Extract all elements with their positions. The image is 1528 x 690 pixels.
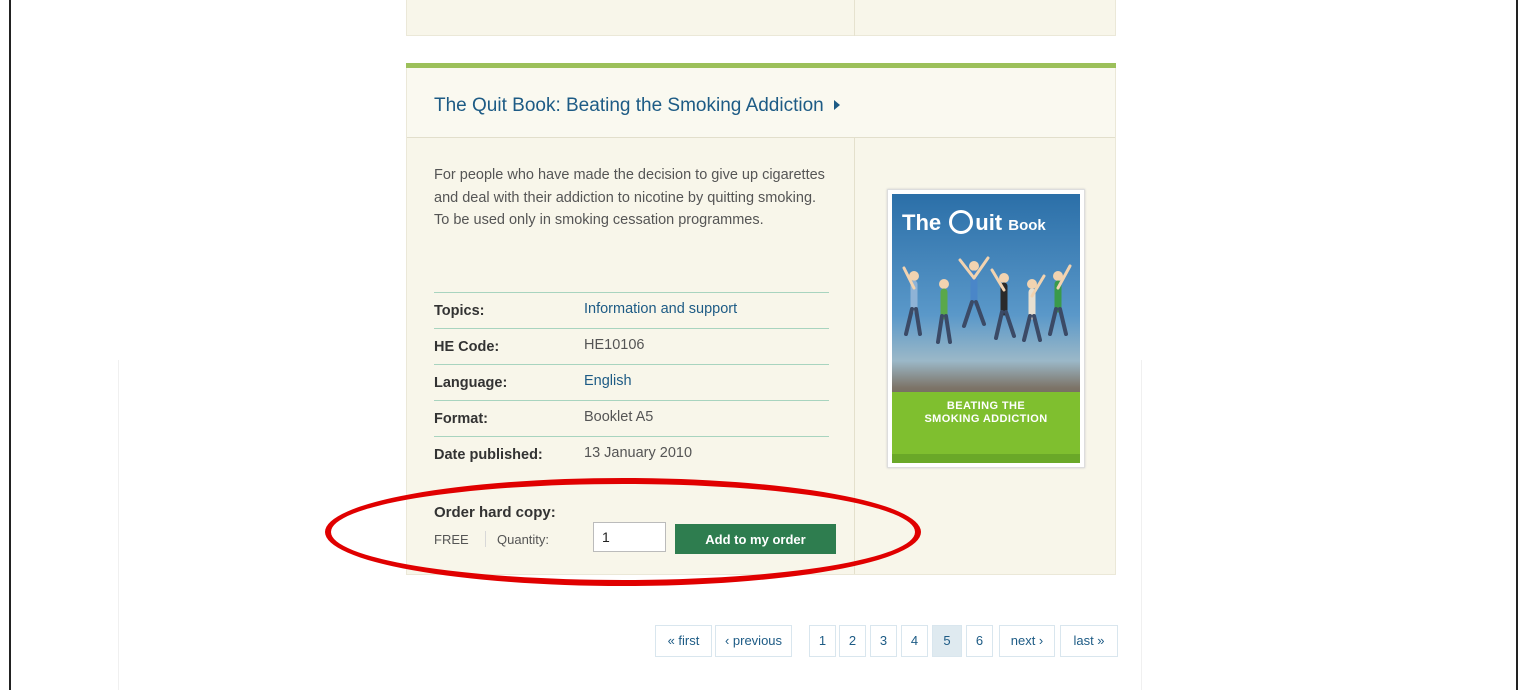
window-frame-left <box>9 0 11 690</box>
product-card: The Quit Book: Beating the Smoking Addic… <box>406 63 1116 575</box>
divider <box>485 531 486 547</box>
meta-row-language: Language: English <box>434 364 829 400</box>
cover-banner-line1: BEATING THE <box>946 400 1026 412</box>
meta-row-topics: Topics: Information and support <box>434 292 829 328</box>
page-next[interactable]: next › <box>999 625 1055 657</box>
cover-title-book: Book <box>1008 217 1046 234</box>
cover-title-the: The <box>902 210 942 235</box>
page-5-current[interactable]: 5 <box>932 625 962 657</box>
column-divider <box>854 138 855 574</box>
meta-value: 13 January 2010 <box>584 445 693 461</box>
meta-row-he-code: HE Code: HE10106 <box>434 328 829 364</box>
product-title[interactable]: The Quit Book: Beating the Smoking Addic… <box>434 95 824 116</box>
price-label: FREE <box>434 532 469 547</box>
quantity-label: Quantity: <box>497 532 550 547</box>
language-link[interactable]: English <box>584 373 632 389</box>
cover-footer <box>892 454 1080 463</box>
previous-product-card <box>406 0 1116 36</box>
meta-row-date-published: Date published: 13 January 2010 <box>434 436 829 472</box>
cover-banner: BEATING THE SMOKING ADDICTION <box>892 392 1080 454</box>
cover-banner-line2: SMOKING ADDICTION <box>924 413 1048 425</box>
meta-key: HE Code: <box>434 339 500 355</box>
product-meta-table: Topics: Information and support HE Code:… <box>434 292 829 472</box>
book-cover-art: The uit Book BEATING THE SMOKING ADDICTI… <box>892 194 1080 463</box>
page-first[interactable]: « first <box>655 625 712 657</box>
order-title: Order hard copy: <box>434 504 556 521</box>
quantity-input[interactable] <box>593 522 666 552</box>
arrow-right-icon <box>833 100 840 110</box>
book-cover-image[interactable]: The uit Book BEATING THE SMOKING ADDICTI… <box>887 189 1085 468</box>
topics-link[interactable]: Information and support <box>584 301 737 317</box>
cover-title: The uit Book <box>902 210 1046 236</box>
page-last[interactable]: last » <box>1060 625 1118 657</box>
quit-logo-icon <box>949 210 974 234</box>
jumping-people-illustration <box>902 256 1072 344</box>
meta-key: Date published: <box>434 447 543 463</box>
page-previous[interactable]: ‹ previous <box>715 625 792 657</box>
add-to-order-button[interactable]: Add to my order <box>675 524 836 554</box>
meta-value: HE10106 <box>584 337 645 353</box>
card-divider <box>854 0 855 36</box>
page-2[interactable]: 2 <box>839 625 866 657</box>
product-title-link[interactable]: The Quit Book: Beating the Smoking Addic… <box>434 95 840 117</box>
cover-banner-text: BEATING THE SMOKING ADDICTION <box>892 400 1080 426</box>
cover-title-uit: uit <box>975 210 1003 235</box>
page-4[interactable]: 4 <box>901 625 928 657</box>
meta-value: Booklet A5 <box>584 409 654 425</box>
meta-key: Format: <box>434 411 488 427</box>
card-header: The Quit Book: Beating the Smoking Addic… <box>407 68 1115 138</box>
meta-key: Topics: <box>434 303 485 319</box>
window-frame-right <box>1516 0 1518 690</box>
product-description: For people who have made the decision to… <box>434 167 825 228</box>
meta-row-format: Format: Booklet A5 <box>434 400 829 436</box>
meta-key: Language: <box>434 375 508 391</box>
page-1[interactable]: 1 <box>809 625 836 657</box>
page-3[interactable]: 3 <box>870 625 897 657</box>
page-6[interactable]: 6 <box>966 625 993 657</box>
